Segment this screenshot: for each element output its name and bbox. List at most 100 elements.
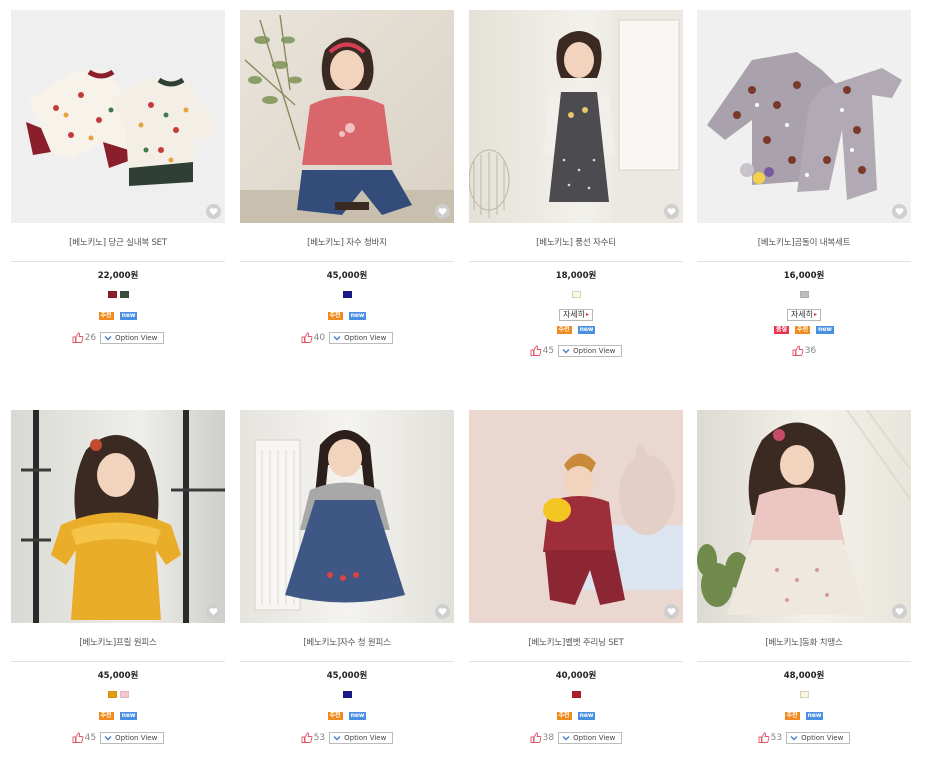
wishlist-heart-button[interactable] (206, 204, 221, 219)
option-view-label: Option View (115, 333, 158, 342)
badge-row: 추천 new (697, 712, 911, 721)
wishlist-heart-button[interactable] (435, 204, 450, 219)
heart-icon (667, 608, 676, 616)
option-view-label: Option View (573, 346, 616, 355)
like-button[interactable]: 36 (792, 345, 816, 356)
chevron-down-icon (104, 735, 112, 740)
badge-row: 추천 new (469, 326, 683, 335)
badge-recommended: 추천 (98, 712, 114, 720)
detail-row: 자세히 ▸ (469, 309, 683, 321)
product-name[interactable]: [베노키노]자수 청 원피스 (240, 637, 454, 649)
like-button[interactable]: 40 (301, 332, 325, 343)
like-count: 53 (770, 732, 783, 743)
product-price: 22,000원 (97, 271, 139, 281)
color-swatch (119, 691, 129, 698)
detail-button[interactable]: 자세히 ▸ (786, 309, 822, 321)
option-view-button[interactable]: Option View (329, 731, 394, 744)
heart-icon (438, 208, 447, 216)
product-name[interactable]: [베노키노]곰돌이 내복세트 (697, 237, 911, 249)
like-button[interactable]: 45 (72, 732, 96, 743)
option-view-button[interactable]: Option View (329, 331, 394, 344)
card-actions: 45 Option View (11, 731, 225, 744)
color-swatch (107, 691, 117, 698)
badge-new: new (805, 712, 824, 720)
product-name[interactable]: [베노키노]프릴 원피스 (11, 637, 225, 649)
option-view-button[interactable]: Option View (558, 344, 623, 357)
badge-recommended: 추천 (327, 712, 343, 720)
card-actions: 53 Option View (697, 731, 911, 744)
product-image (707, 52, 902, 200)
detail-label: 자세히 (790, 310, 814, 319)
product-image-link[interactable] (240, 10, 454, 223)
product-image-link[interactable] (11, 410, 225, 623)
product-card: [베노키노]자수 청 원피스 45,000원 추천 new 53 Option … (240, 410, 454, 744)
color-swatches (11, 691, 225, 700)
product-image-link[interactable] (240, 410, 454, 623)
product-image (21, 410, 225, 623)
product-card: [베노키노]프릴 원피스 45,000원 추천 new 45 Option Vi… (11, 410, 225, 744)
like-button[interactable]: 38 (530, 732, 554, 743)
wishlist-heart-button[interactable] (664, 604, 679, 619)
detail-row: 자세히 ▸ (697, 309, 911, 321)
color-swatch (799, 291, 809, 298)
option-view-button[interactable]: Option View (558, 731, 623, 744)
product-card: [베노키노] 자수 청바지 45,000원 추천 new 40 Option V… (240, 10, 454, 344)
badge-recommended: 추천 (556, 712, 572, 720)
like-button[interactable]: 45 (530, 345, 554, 356)
product-image-link[interactable] (11, 10, 225, 223)
wishlist-heart-button[interactable] (664, 204, 679, 219)
badge-recommended: 추천 (795, 326, 811, 334)
divider (697, 661, 911, 662)
like-button[interactable]: 53 (758, 732, 782, 743)
badge-row: 추천 new (11, 712, 225, 721)
arrow-right-icon: ▸ (814, 311, 818, 318)
detail-button[interactable]: 자세히 ▸ (558, 309, 594, 321)
badge-row: 추천 new (240, 712, 454, 721)
product-image-link[interactable] (469, 410, 683, 623)
color-swatch (342, 691, 352, 698)
badge-new: new (348, 312, 367, 320)
divider (240, 661, 454, 662)
heart-icon (667, 208, 676, 216)
color-swatch (799, 691, 809, 698)
product-name[interactable]: [베노키노] 당근 실내복 SET (11, 237, 225, 249)
chevron-down-icon (333, 735, 341, 740)
badge-recommended: 추천 (327, 312, 343, 320)
product-image (697, 410, 911, 615)
product-image-link[interactable] (469, 10, 683, 223)
wishlist-heart-button[interactable] (892, 204, 907, 219)
option-view-button[interactable]: Option View (786, 731, 851, 744)
wishlist-heart-button[interactable] (435, 604, 450, 619)
option-view-button[interactable]: Option View (100, 331, 165, 344)
color-swatches (11, 291, 225, 300)
wishlist-heart-button[interactable] (206, 604, 221, 619)
color-swatches (697, 691, 911, 700)
product-image-link[interactable] (697, 10, 911, 223)
color-swatches (240, 291, 454, 300)
like-count: 40 (313, 332, 326, 343)
product-grid: [베노키노] 당근 실내복 SET 22,000원 추천 new 26 Opti… (0, 0, 932, 759)
like-button[interactable]: 53 (301, 732, 325, 743)
option-view-button[interactable]: Option View (100, 731, 165, 744)
product-image (543, 444, 683, 605)
badge-new: new (119, 712, 138, 720)
option-view-label: Option View (344, 333, 387, 342)
product-card: [베노키노]벨벳 주리닝 SET 40,000원 추천 new 38 Optio… (469, 410, 683, 744)
product-image-link[interactable] (697, 410, 911, 623)
wishlist-heart-button[interactable] (892, 604, 907, 619)
badge-new: new (348, 712, 367, 720)
thumbs-up-icon (301, 732, 313, 743)
option-view-label: Option View (115, 733, 158, 742)
like-button[interactable]: 26 (72, 332, 96, 343)
card-actions: 38 Option View (469, 731, 683, 744)
like-count: 53 (313, 732, 326, 743)
product-name[interactable]: [베노키노] 자수 청바지 (240, 237, 454, 249)
badge-row: 추천 new (469, 712, 683, 721)
product-name[interactable]: [베노키노]동화 치맹스 (697, 637, 911, 649)
product-price: 40,000원 (555, 671, 597, 681)
option-view-label: Option View (801, 733, 844, 742)
product-name[interactable]: [베노키노]벨벳 주리닝 SET (469, 637, 683, 649)
thumbs-up-icon (792, 345, 804, 356)
color-swatches (240, 691, 454, 700)
product-name[interactable]: [베노키노] 풍선 자수티 (469, 237, 683, 249)
